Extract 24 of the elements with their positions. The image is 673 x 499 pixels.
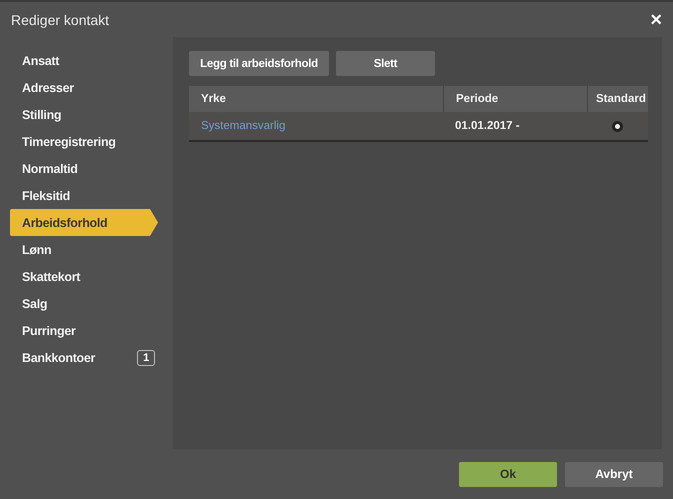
- sidebar-item[interactable]: Timeregistrering: [10, 128, 170, 155]
- sidebar-item[interactable]: Normaltid: [10, 155, 170, 182]
- table-row[interactable]: Systemansvarlig 01.01.2017 -: [189, 112, 648, 142]
- close-button[interactable]: ×: [650, 10, 662, 30]
- sidebar-item[interactable]: Adresser: [10, 74, 170, 101]
- sidebar-item[interactable]: Stilling: [10, 101, 170, 128]
- sidebar-item[interactable]: Bankkontoer 1: [10, 344, 170, 371]
- count-badge: 1: [137, 350, 155, 366]
- add-button[interactable]: Legg til arbeidsforhold: [189, 51, 329, 76]
- sidebar-item[interactable]: Ansatt: [10, 47, 170, 74]
- sidebar-item[interactable]: Fleksitid: [10, 182, 170, 209]
- sidebar-item[interactable]: Skattekort: [10, 263, 170, 290]
- sidebar-item[interactable]: Salg: [10, 290, 170, 317]
- period-text: 01.01.2017 -: [455, 120, 520, 132]
- column-header[interactable]: Yrke: [189, 86, 443, 112]
- sidebar-item-label: Bankkontoer: [22, 350, 96, 364]
- default-radio[interactable]: [612, 120, 623, 132]
- sidebar-item[interactable]: Arbeidsforhold: [10, 209, 158, 236]
- ok-button[interactable]: Ok: [459, 462, 557, 486]
- sidebar-item[interactable]: Lønn: [10, 236, 170, 263]
- window-title: Rediger kontakt: [11, 12, 110, 28]
- sidebar-item[interactable]: Purringer: [10, 317, 170, 344]
- cancel-button[interactable]: Avbryt: [565, 462, 663, 486]
- delete-button[interactable]: Slett: [336, 51, 435, 76]
